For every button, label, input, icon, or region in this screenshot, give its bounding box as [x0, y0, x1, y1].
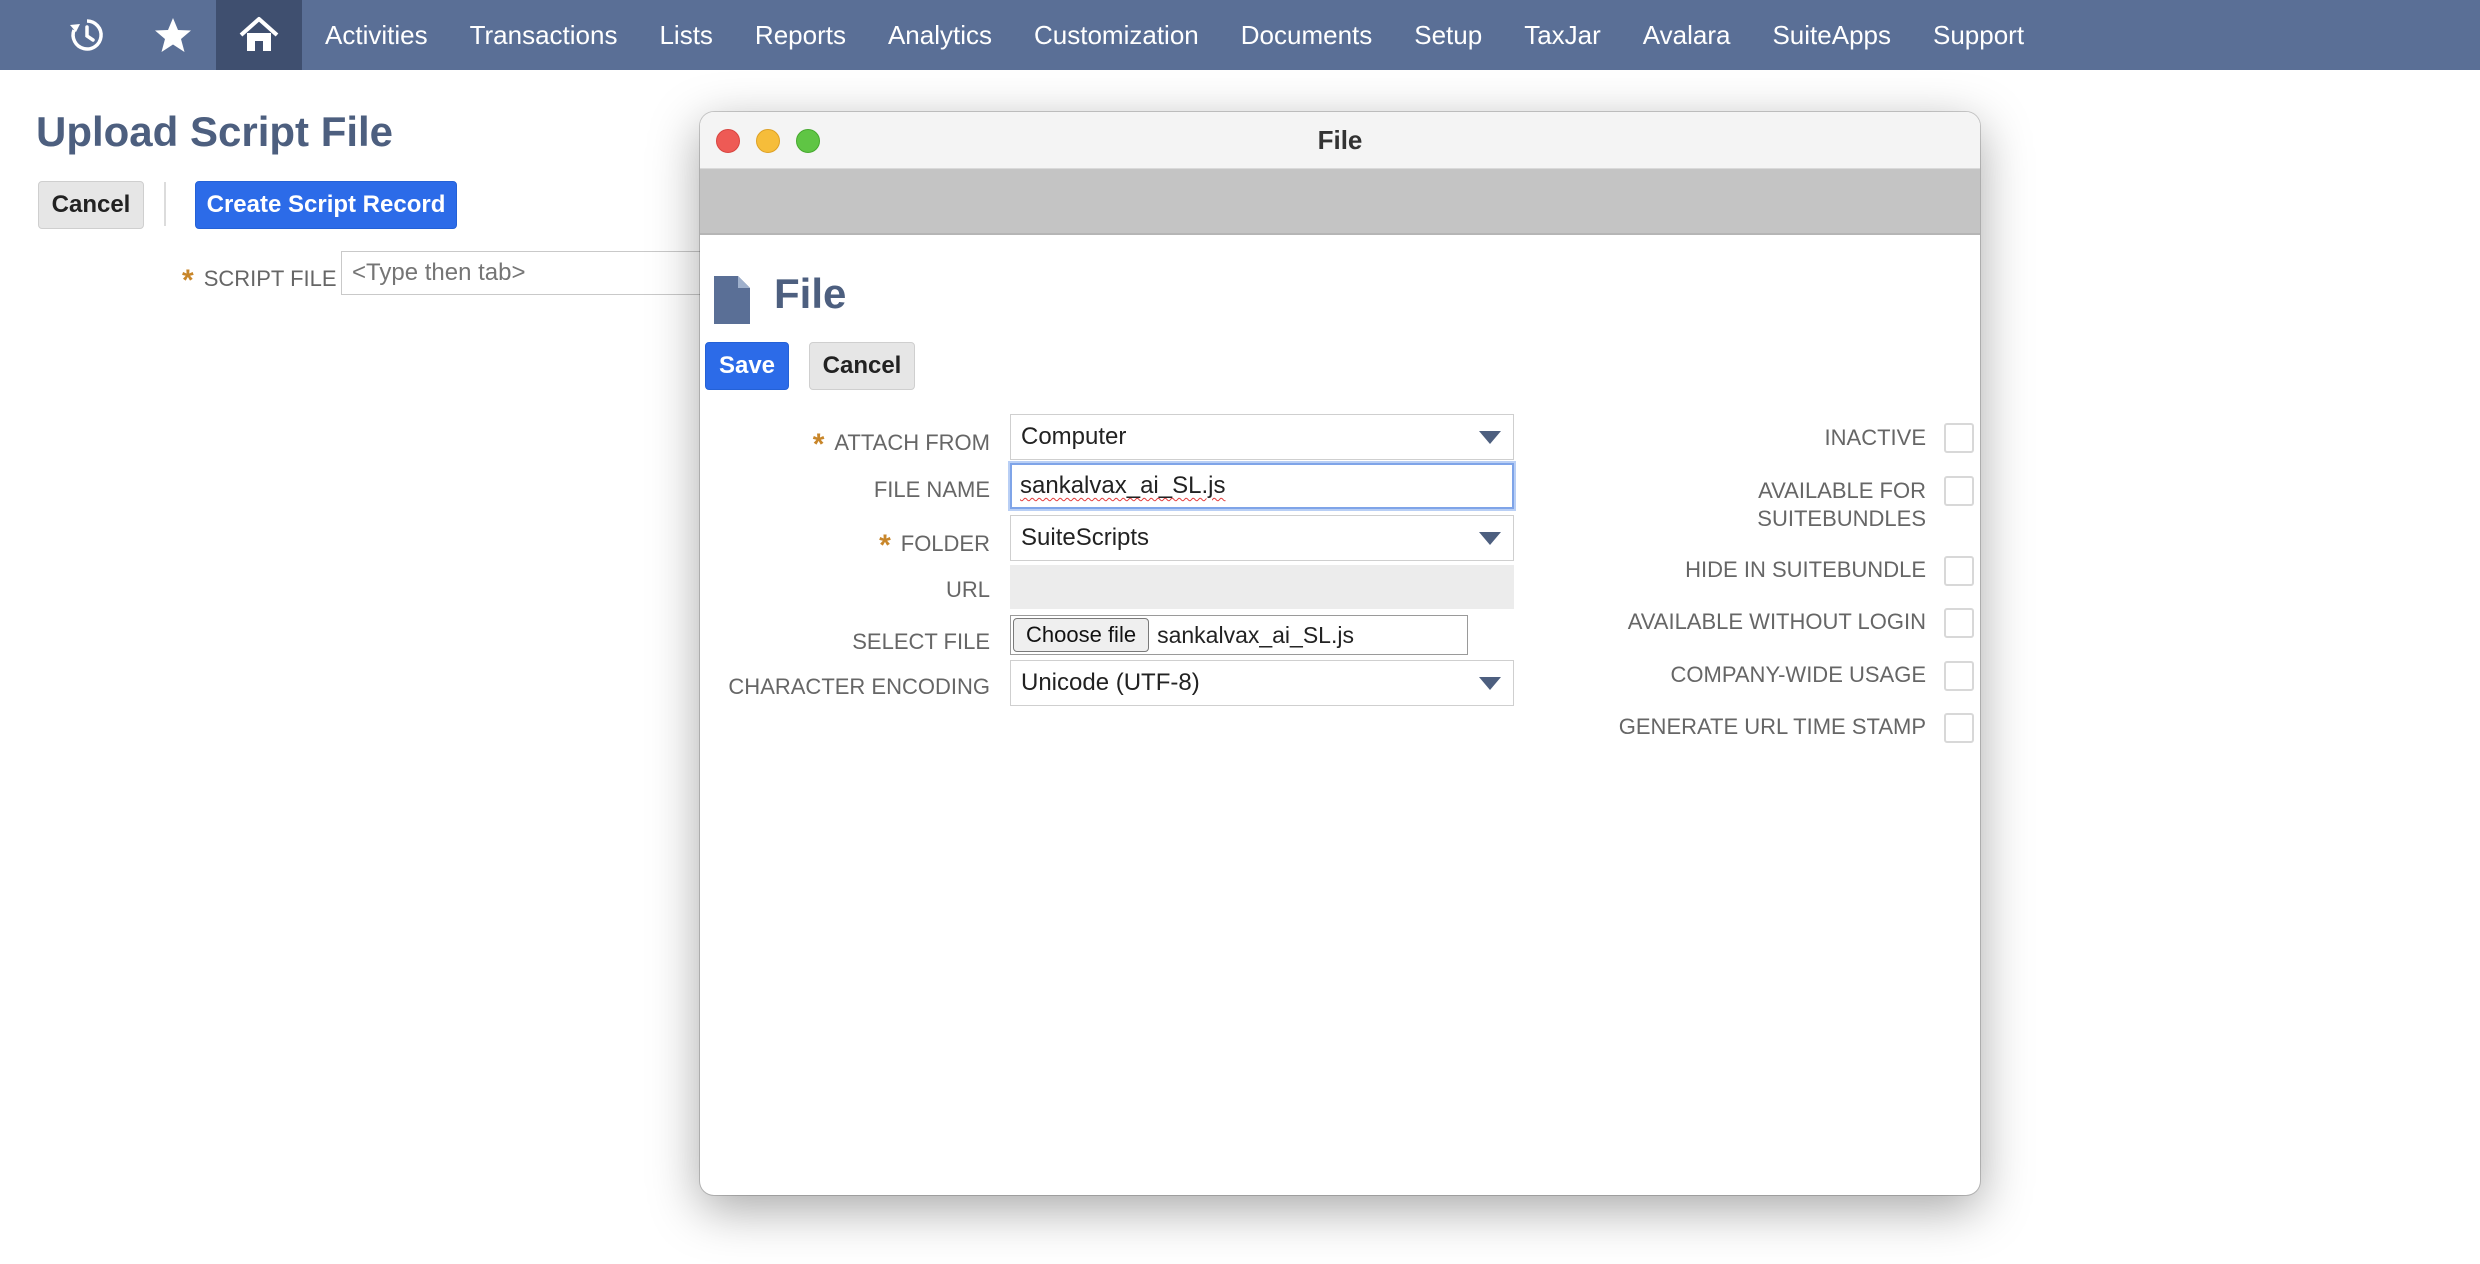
required-star-icon: * [812, 428, 825, 461]
available-without-login-checkbox[interactable] [1944, 608, 1974, 638]
nav-avalara[interactable]: Avalara [1622, 0, 1752, 70]
file-name-input[interactable]: sankalvax_ai_SL.js [1010, 463, 1514, 509]
attach-from-value: Computer [1021, 423, 1127, 450]
top-navigation-bar: Activities Transactions Lists Reports An… [0, 0, 2480, 70]
available-for-suitebundles-label: AVAILABLE FOR SUITEBUNDLES [1757, 478, 1926, 531]
folder-value: SuiteScripts [1021, 524, 1150, 551]
company-wide-usage-label: COMPANY-WIDE USAGE [1670, 662, 1926, 687]
folder-select[interactable]: SuiteScripts [1010, 515, 1514, 561]
nav-documents[interactable]: Documents [1220, 0, 1394, 70]
company-wide-usage-checkbox[interactable] [1944, 661, 1974, 691]
inactive-label: INACTIVE [1824, 425, 1926, 450]
recent-history-icon[interactable] [44, 0, 130, 70]
url-label: URL [945, 577, 990, 602]
button-divider [164, 182, 166, 226]
hide-in-suitebundle-checkbox[interactable] [1944, 556, 1974, 586]
nav-analytics[interactable]: Analytics [867, 0, 1013, 70]
nav-lists[interactable]: Lists [638, 0, 733, 70]
script-file-label: * SCRIPT FILE [182, 264, 337, 297]
window-titlebar: File [700, 112, 1980, 169]
save-button[interactable]: Save [705, 342, 789, 390]
file-document-icon [714, 276, 750, 324]
url-field [1010, 565, 1514, 609]
attach-from-select[interactable]: Computer [1010, 414, 1514, 460]
dialog-header-bar [700, 169, 1980, 235]
nav-suiteapps[interactable]: SuiteApps [1751, 0, 1912, 70]
select-file-control[interactable]: Choose file sankalvax_ai_SL.js [1010, 615, 1468, 655]
create-script-record-button[interactable]: Create Script Record [195, 181, 457, 229]
dropdown-arrow-icon [1479, 431, 1501, 444]
generate-url-time-stamp-label: GENERATE URL TIME STAMP [1618, 714, 1926, 739]
required-star-icon: * [182, 264, 194, 297]
chosen-file-name: sankalvax_ai_SL.js [1157, 621, 1354, 648]
dropdown-arrow-icon [1479, 677, 1501, 690]
character-encoding-value: Unicode (UTF-8) [1021, 669, 1200, 696]
zoom-window-button[interactable] [796, 129, 820, 153]
required-star-icon: * [879, 529, 891, 562]
file-name-value: sankalvax_ai_SL.js [1020, 472, 1226, 499]
nav-taxjar[interactable]: TaxJar [1503, 0, 1622, 70]
character-encoding-select[interactable]: Unicode (UTF-8) [1010, 660, 1514, 706]
nav-reports[interactable]: Reports [734, 0, 867, 70]
page-title: Upload Script File [36, 108, 394, 155]
choose-file-button[interactable]: Choose file [1013, 618, 1150, 652]
window-title: File [1317, 125, 1363, 155]
nav-setup[interactable]: Setup [1393, 0, 1503, 70]
close-window-button[interactable] [716, 129, 740, 153]
dropdown-arrow-icon [1479, 532, 1501, 545]
available-without-login-label: AVAILABLE WITHOUT LOGIN [1627, 609, 1926, 634]
character-encoding-label: CHARACTER ENCODING [728, 674, 990, 699]
folder-label: * FOLDER [879, 529, 990, 562]
nav-customization[interactable]: Customization [1013, 0, 1220, 70]
home-icon[interactable] [216, 0, 302, 70]
minimize-window-button[interactable] [756, 129, 780, 153]
star-icon[interactable] [130, 0, 216, 70]
dialog-heading: File [774, 270, 847, 317]
cancel-button[interactable]: Cancel [38, 181, 144, 229]
nav-activities[interactable]: Activities [304, 0, 449, 70]
nav-transactions[interactable]: Transactions [449, 0, 639, 70]
hide-in-suitebundle-label: HIDE IN SUITEBUNDLE [1685, 557, 1926, 582]
script-file-input[interactable] [341, 251, 721, 295]
file-name-label: FILE NAME [873, 477, 990, 502]
generate-url-time-stamp-checkbox[interactable] [1944, 713, 1974, 743]
inactive-checkbox[interactable] [1944, 423, 1974, 453]
available-for-suitebundles-checkbox[interactable] [1944, 476, 1974, 506]
nav-support[interactable]: Support [1912, 0, 2045, 70]
file-dialog-window: File File Save Cancel * ATTACH FROM Compu… [700, 112, 1980, 1195]
attach-from-label: * ATTACH FROM [812, 428, 990, 461]
select-file-label: SELECT FILE [852, 629, 990, 654]
dialog-cancel-button[interactable]: Cancel [809, 342, 915, 390]
